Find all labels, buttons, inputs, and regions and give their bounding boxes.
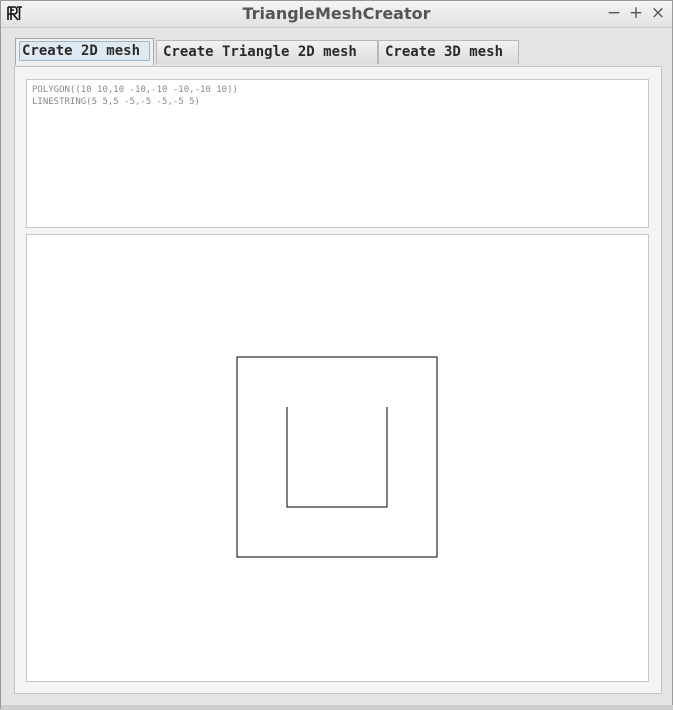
- wkt-line-linestring: LINESTRING(5 5,5 -5,-5 -5,-5 5): [32, 97, 200, 107]
- tab-label: Create 3D mesh: [385, 44, 504, 60]
- window-title: TriangleMeshCreator: [242, 4, 431, 23]
- window-bottom-edge: [1, 705, 673, 710]
- polygon-shape: [236, 356, 438, 558]
- minimize-button[interactable]: −: [605, 3, 623, 23]
- wkt-line-polygon: POLYGON((10 10,10 -10,-10 -10,-10 10)): [32, 85, 238, 95]
- tab-create-triangle-2d-mesh[interactable]: Create Triangle 2D mesh: [156, 40, 378, 64]
- tab-label: Create 2D mesh: [19, 41, 150, 61]
- linestring-shape: [286, 407, 388, 508]
- wkt-input-textarea[interactable]: POLYGON((10 10,10 -10,-10 -10,-10 10)) LI…: [26, 79, 649, 228]
- close-button[interactable]: ×: [649, 3, 667, 23]
- tab-panel: POLYGON((10 10,10 -10,-10 -10,-10 10)) LI…: [14, 66, 662, 694]
- title-bar[interactable]: TriangleMeshCreator − + ×: [1, 1, 672, 28]
- maximize-button[interactable]: +: [627, 3, 645, 23]
- app-window: TriangleMeshCreator − + × Create 2D mesh…: [0, 0, 673, 710]
- tab-create-2d-mesh[interactable]: Create 2D mesh: [15, 38, 154, 65]
- mesh-preview-canvas[interactable]: [26, 234, 649, 682]
- mesh-preview-svg: [236, 356, 438, 558]
- tab-create-3d-mesh[interactable]: Create 3D mesh: [378, 40, 519, 64]
- tab-label: Create Triangle 2D mesh: [163, 44, 357, 60]
